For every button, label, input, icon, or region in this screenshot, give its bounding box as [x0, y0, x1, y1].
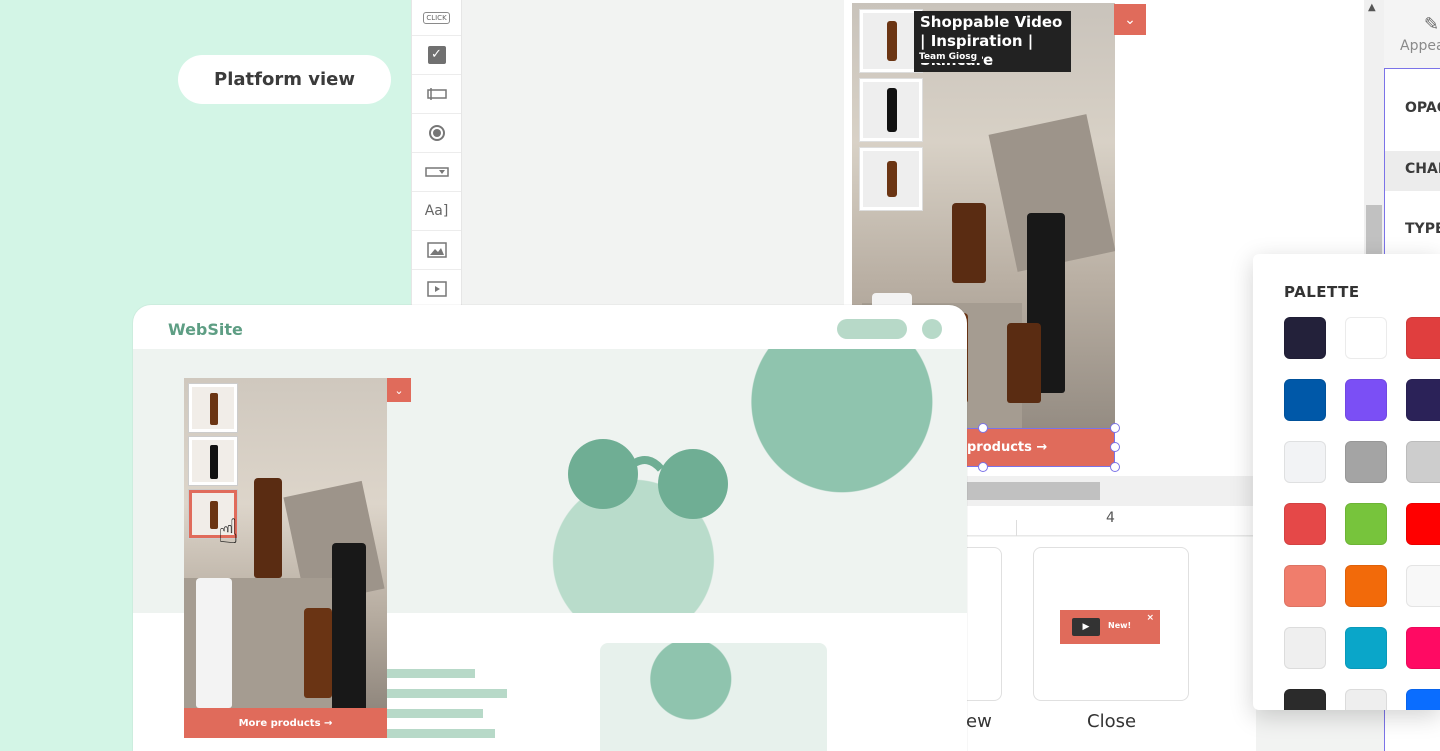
tab-appearance-label: Appea: [1400, 38, 1440, 54]
color-swatch[interactable]: [1284, 503, 1326, 545]
text-line: [385, 709, 483, 718]
sunglasses-image: [568, 439, 728, 519]
tool-radio[interactable]: [412, 114, 461, 153]
color-swatch[interactable]: [1406, 689, 1440, 710]
color-swatch[interactable]: [1406, 379, 1440, 421]
chevron-down-icon[interactable]: ⌄: [1114, 4, 1146, 35]
text-icon: Aa]: [424, 203, 449, 219]
scrollbar-thumb[interactable]: [966, 482, 1100, 500]
color-swatch[interactable]: [1345, 565, 1387, 607]
resize-handle[interactable]: [1110, 423, 1120, 433]
tab-appearance[interactable]: ✎ Appea: [1384, 0, 1440, 68]
radio-icon: [428, 125, 445, 141]
opacity-label: OPAC: [1405, 100, 1440, 116]
mini-player: ▶ New! ×: [1060, 610, 1160, 644]
color-swatch[interactable]: [1345, 627, 1387, 669]
embedded-video-widget[interactable]: [184, 378, 387, 738]
resize-handle[interactable]: [978, 423, 988, 433]
color-swatch[interactable]: [1345, 503, 1387, 545]
color-swatch[interactable]: [1284, 565, 1326, 607]
template-close-label: Close: [1087, 711, 1137, 732]
bottle: [254, 478, 282, 578]
tick: [1016, 520, 1017, 536]
color-swatch[interactable]: [1345, 689, 1387, 710]
bottle: [196, 578, 232, 708]
text-line: [385, 689, 507, 698]
scroll-up-icon[interactable]: ▲: [1368, 2, 1376, 13]
resize-handle[interactable]: [1110, 442, 1120, 452]
tool-text[interactable]: Aa]: [412, 192, 461, 231]
color-swatch[interactable]: [1345, 317, 1387, 359]
color-swatch[interactable]: [1284, 379, 1326, 421]
template-left-label: ew: [966, 711, 992, 732]
palette-title: PALETTE: [1284, 283, 1360, 301]
canvas-background: [462, 0, 844, 310]
color-swatch[interactable]: [1406, 565, 1440, 607]
close-icon: ×: [1146, 613, 1154, 623]
text-line: [385, 669, 475, 678]
template-card-close[interactable]: ▶ New! ×: [1033, 547, 1189, 701]
color-palette-popover: PALETTE: [1253, 254, 1440, 710]
tool-input[interactable]: [412, 75, 461, 114]
more-products-button[interactable]: More products →: [184, 708, 387, 738]
resize-handle[interactable]: [1110, 462, 1120, 472]
color-swatch[interactable]: [1345, 441, 1387, 483]
bottle: [332, 543, 366, 713]
text-line: [385, 729, 495, 738]
dropdown-icon: [424, 167, 449, 177]
product-thumbnail[interactable]: [189, 437, 237, 485]
platform-view-button[interactable]: Platform view: [178, 55, 391, 104]
color-swatch[interactable]: [1406, 441, 1440, 483]
product-thumbnail[interactable]: [860, 79, 922, 141]
cta-label: products →: [967, 440, 1048, 455]
color-swatch[interactable]: [1284, 441, 1326, 483]
mini-new-label: New!: [1108, 621, 1132, 630]
color-swatch[interactable]: [1284, 317, 1326, 359]
image-icon: [426, 242, 447, 258]
horizontal-scrollbar[interactable]: [966, 476, 1256, 506]
website-brand: WebSite: [168, 320, 243, 339]
type-label: TYPE: [1405, 221, 1440, 237]
bottle: [952, 203, 986, 283]
color-swatch[interactable]: [1406, 627, 1440, 669]
bottle: [1007, 323, 1041, 403]
tool-image[interactable]: [412, 231, 461, 270]
video-subtitle: Team Giosg: [914, 51, 983, 63]
color-swatch[interactable]: [1284, 627, 1326, 669]
timeline-ruler: 4: [966, 506, 1256, 536]
bottle: [304, 608, 332, 698]
product-thumbnail[interactable]: [860, 148, 922, 210]
color-swatch[interactable]: [1284, 689, 1326, 710]
scrollbar-thumb[interactable]: [1366, 205, 1382, 255]
tool-video[interactable]: [412, 270, 461, 309]
product-thumbnail[interactable]: [189, 384, 237, 432]
pen-icon: ✎: [1424, 14, 1440, 35]
video-icon: [426, 281, 447, 297]
timeline-number: 4: [1106, 510, 1115, 526]
chevron-down-icon[interactable]: ⌄: [387, 378, 411, 402]
products-cta-button[interactable]: products →: [966, 428, 1115, 467]
input-field-icon: [426, 88, 447, 100]
resize-handle[interactable]: [978, 462, 988, 472]
product-thumbnail[interactable]: [860, 10, 922, 72]
tool-dropdown[interactable]: [412, 153, 461, 192]
play-icon: ▶: [1072, 618, 1100, 636]
nav-dot: [922, 319, 942, 339]
nav-pill: [837, 319, 907, 339]
character-label: CHAR: [1405, 161, 1440, 177]
more-products-label: More products →: [238, 717, 333, 729]
tool-click[interactable]: CLICK: [412, 0, 461, 36]
checkbox-icon: ✓: [427, 46, 446, 64]
color-swatch[interactable]: [1345, 379, 1387, 421]
color-swatch[interactable]: [1406, 317, 1440, 359]
tool-checkbox[interactable]: ✓: [412, 36, 461, 75]
click-icon: CLICK: [423, 11, 450, 24]
color-swatch[interactable]: [1406, 503, 1440, 545]
hand-pointer-icon: ☝: [218, 512, 239, 552]
element-toolbar: CLICK ✓ Aa]: [411, 0, 462, 310]
content-image-card: [600, 643, 827, 751]
